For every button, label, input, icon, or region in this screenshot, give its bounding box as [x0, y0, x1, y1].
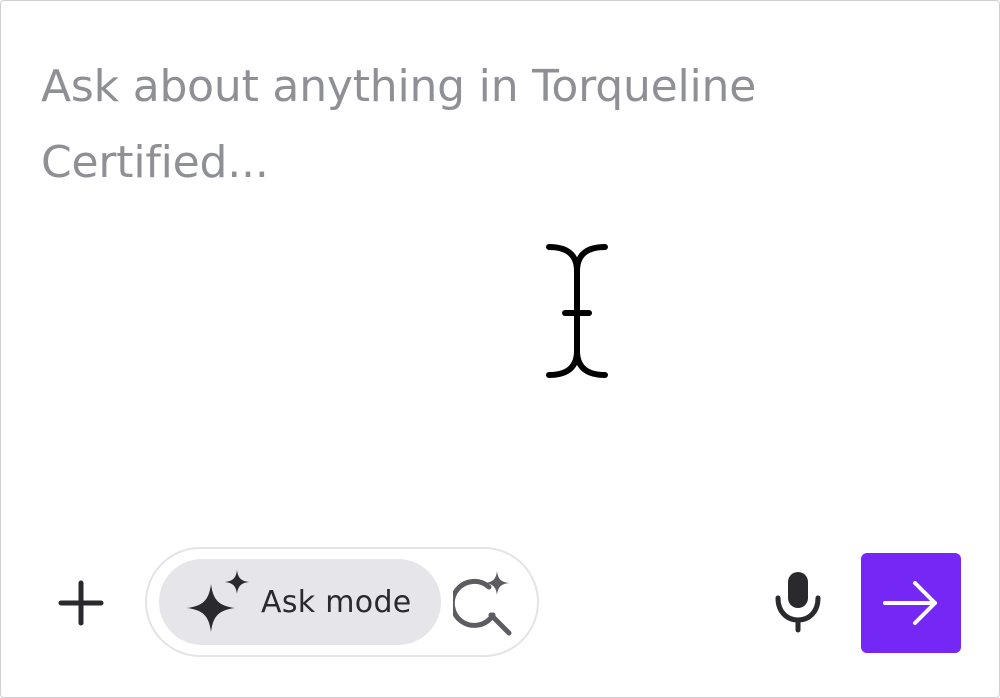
search-mode-button[interactable]: [447, 565, 523, 641]
microphone-button[interactable]: [763, 561, 833, 641]
composer-input[interactable]: Ask about anything in Torqueline Certifi…: [41, 49, 801, 201]
arrow-right-icon: [883, 581, 937, 625]
sparkle-icon: [187, 570, 249, 632]
sparkle-search-icon: [453, 571, 512, 636]
microphone-icon: [775, 572, 821, 633]
ask-mode-button[interactable]: Ask mode: [159, 559, 441, 645]
send-button[interactable]: [861, 553, 961, 653]
text-cursor-icon: [546, 244, 608, 378]
add-button[interactable]: [51, 573, 111, 633]
ask-mode-label: Ask mode: [261, 584, 412, 620]
mode-selector: Ask mode: [145, 547, 539, 657]
plus-icon: [58, 580, 104, 626]
chat-composer: Ask about anything in Torqueline Certifi…: [0, 0, 1000, 698]
